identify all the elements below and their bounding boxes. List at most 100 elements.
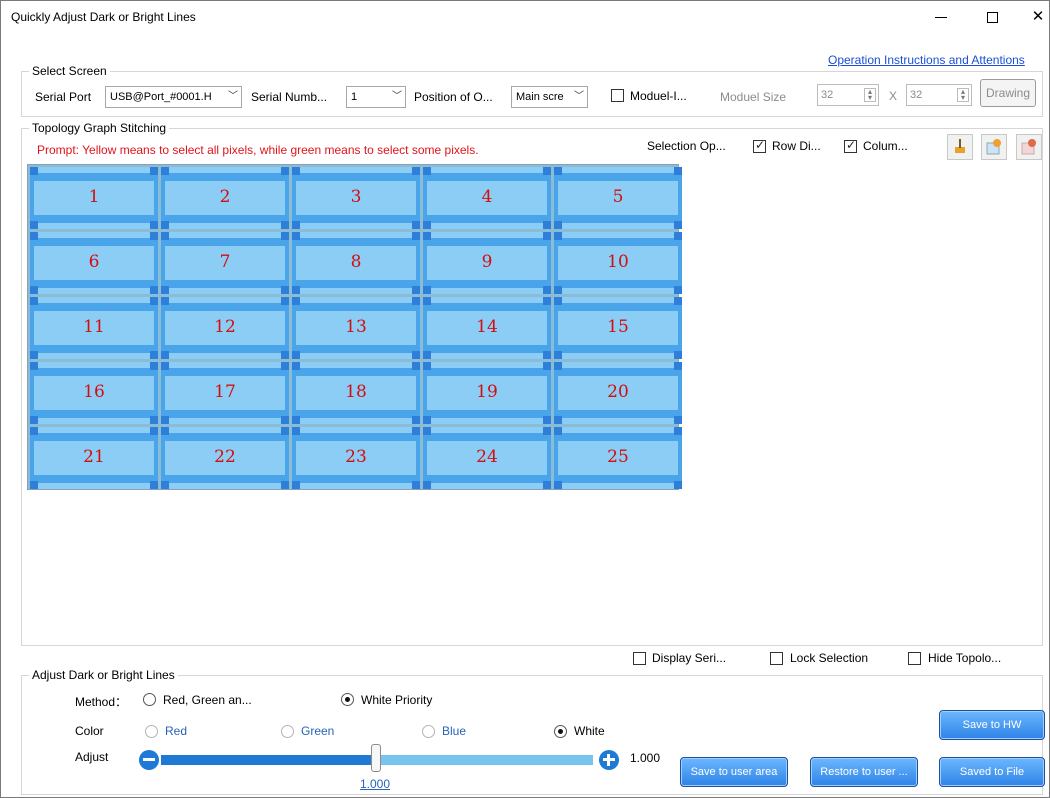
- decrease-button[interactable]: [139, 750, 159, 770]
- cell-stripe: [30, 173, 158, 181]
- cell-corner: [543, 232, 551, 240]
- topology-cell[interactable]: 19: [423, 362, 551, 424]
- cell-corner: [292, 416, 300, 424]
- topology-cell[interactable]: 1: [30, 167, 158, 229]
- spin-arrows-icon[interactable]: ▴ ▾: [864, 88, 876, 102]
- method-rgb-radio[interactable]: [143, 693, 156, 706]
- method-white-radio[interactable]: [341, 693, 354, 706]
- lock-selection-checkbox[interactable]: [770, 652, 783, 665]
- cell-corner: [423, 351, 431, 359]
- topology-cell[interactable]: 25: [554, 427, 682, 489]
- topology-cell[interactable]: 20: [554, 362, 682, 424]
- topology-cell[interactable]: 4: [423, 167, 551, 229]
- add-select-icon: [986, 139, 1001, 155]
- module-height-spinner[interactable]: 32 ▴ ▾: [906, 84, 972, 106]
- cell-corner: [554, 221, 562, 229]
- minimize-button[interactable]: [926, 5, 956, 29]
- color-green-radio[interactable]: [281, 725, 294, 738]
- slider-thumb[interactable]: [371, 744, 381, 772]
- save-to-hw-button[interactable]: Save to HW: [939, 710, 1045, 740]
- topology-cell[interactable]: 24: [423, 427, 551, 489]
- cell-corner: [161, 481, 169, 489]
- remove-selection-button[interactable]: [1016, 134, 1042, 160]
- cell-corner: [412, 167, 420, 175]
- column-direction-label: Colum...: [863, 139, 908, 153]
- cell-corner: [292, 286, 300, 294]
- cell-corner: [543, 167, 551, 175]
- restore-to-user-button[interactable]: Restore to user ...: [810, 757, 918, 787]
- topology-cell[interactable]: 21: [30, 427, 158, 489]
- cell-number: 12: [214, 317, 236, 337]
- topology-cell[interactable]: 2: [161, 167, 289, 229]
- color-white-radio[interactable]: [554, 725, 567, 738]
- topology-cell[interactable]: 22: [161, 427, 289, 489]
- topology-cell[interactable]: 15: [554, 297, 682, 359]
- adjust-value-below[interactable]: 1.000: [360, 777, 390, 791]
- color-red-radio[interactable]: [145, 725, 158, 738]
- adjust-title: Adjust Dark or Bright Lines: [29, 668, 178, 682]
- topology-cell[interactable]: 16: [30, 362, 158, 424]
- cell-stripe: [554, 280, 682, 288]
- row-direction-label: Row Di...: [772, 139, 821, 153]
- cell-corner: [292, 297, 300, 305]
- topology-cell[interactable]: 11: [30, 297, 158, 359]
- module-width-spinner[interactable]: 32 ▴ ▾: [817, 84, 879, 106]
- column-direction-checkbox[interactable]: [844, 138, 857, 153]
- cell-corner: [423, 232, 431, 240]
- color-label: Color: [75, 724, 104, 738]
- position-label: Position of O...: [414, 90, 493, 104]
- topology-cell[interactable]: 9: [423, 232, 551, 294]
- position-select[interactable]: Main scre ﹀: [511, 86, 588, 108]
- topology-cell[interactable]: 23: [292, 427, 420, 489]
- clear-selection-button[interactable]: [947, 134, 973, 160]
- cell-number: 21: [83, 447, 105, 467]
- topology-cell[interactable]: 6: [30, 232, 158, 294]
- increase-button[interactable]: [599, 750, 619, 770]
- instructions-link[interactable]: Operation Instructions and Attentions: [828, 53, 1025, 67]
- serial-number-label: Serial Numb...: [251, 90, 328, 104]
- save-to-user-area-button[interactable]: Save to user area: [680, 757, 788, 787]
- topology-cell[interactable]: 8: [292, 232, 420, 294]
- module-checkbox-label: Moduel-I...: [630, 89, 687, 103]
- cell-corner: [281, 167, 289, 175]
- cell-corner: [543, 351, 551, 359]
- cell-corner: [30, 221, 38, 229]
- cell-corner: [554, 297, 562, 305]
- cell-stripe: [161, 303, 289, 311]
- maximize-button[interactable]: [977, 5, 1007, 29]
- serial-number-select[interactable]: 1 ﹀: [346, 86, 406, 108]
- row-direction-checkbox[interactable]: [753, 138, 766, 153]
- close-button[interactable]: ✕: [1023, 5, 1050, 29]
- topology-cell[interactable]: 18: [292, 362, 420, 424]
- display-serial-checkbox[interactable]: [633, 652, 646, 665]
- cell-corner: [292, 362, 300, 370]
- drawing-button[interactable]: Drawing: [980, 79, 1036, 107]
- method-rgb-label: Red, Green an...: [163, 693, 252, 707]
- cell-stripe: [423, 238, 551, 246]
- topology-cell[interactable]: 12: [161, 297, 289, 359]
- topology-cell[interactable]: 17: [161, 362, 289, 424]
- topology-cell[interactable]: 3: [292, 167, 420, 229]
- cell-stripe: [161, 215, 289, 223]
- window-title: Quickly Adjust Dark or Bright Lines: [11, 10, 196, 24]
- cell-corner: [292, 221, 300, 229]
- chevron-down-icon: ﹀: [574, 91, 584, 102]
- serial-port-select[interactable]: USB@Port_#0001.H ﹀: [105, 86, 242, 108]
- cell-stripe: [161, 345, 289, 353]
- hide-topology-checkbox[interactable]: [908, 652, 921, 665]
- topology-cell[interactable]: 5: [554, 167, 682, 229]
- cell-number: 25: [607, 447, 629, 467]
- add-selection-button[interactable]: [981, 134, 1007, 160]
- module-checkbox[interactable]: [611, 89, 624, 102]
- saved-to-file-button[interactable]: Saved to File: [939, 757, 1045, 787]
- color-blue-radio[interactable]: [422, 725, 435, 738]
- topology-cell[interactable]: 14: [423, 297, 551, 359]
- topology-cell[interactable]: 10: [554, 232, 682, 294]
- spin-arrows-icon[interactable]: ▴ ▾: [957, 88, 969, 102]
- cell-corner: [30, 167, 38, 175]
- topology-grid[interactable]: 1 2 3 4 5 6 7 8 9 10 11 12 13 14 15 16 17 18 19 20 21 22 23 24 2…: [27, 164, 682, 490]
- topology-cell[interactable]: 7: [161, 232, 289, 294]
- cell-corner: [150, 167, 158, 175]
- topology-cell[interactable]: 13: [292, 297, 420, 359]
- cell-corner: [281, 362, 289, 370]
